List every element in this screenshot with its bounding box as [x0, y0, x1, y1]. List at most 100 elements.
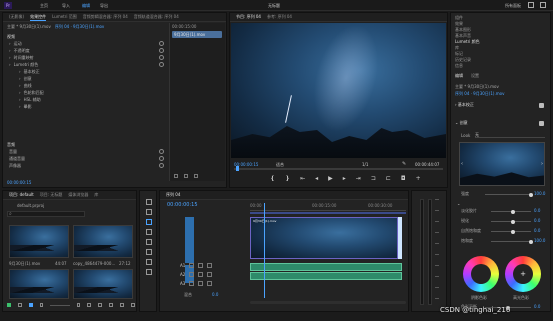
- adjust-knob[interactable]: [511, 209, 515, 214]
- adjust-value[interactable]: 0.0: [534, 208, 540, 213]
- zoom-slider[interactable]: [50, 305, 70, 306]
- playhead-icon[interactable]: [184, 174, 188, 178]
- razor-tool-icon[interactable]: [146, 229, 152, 235]
- chevron-right-icon[interactable]: ›: [9, 62, 11, 67]
- chevron-right-icon[interactable]: ›: [19, 90, 21, 95]
- lumetri-sequence-label[interactable]: 序列 04 · 9月30日(1).mov: [455, 91, 504, 97]
- adjust-slider[interactable]: [491, 229, 531, 234]
- effect-row[interactable]: › 创意: [3, 75, 168, 82]
- effect-row[interactable]: › 色轮和匹配: [3, 89, 168, 96]
- tab-effect-controls[interactable]: 效果控件: [30, 14, 47, 21]
- master-label[interactable]: 主要 * 9月30日(1).mov: [7, 24, 51, 30]
- adjust-knob[interactable]: [511, 229, 515, 234]
- mic-icon[interactable]: [207, 271, 213, 277]
- creative-header[interactable]: ⌄ 创意: [455, 120, 548, 127]
- tab-lumetri-edit[interactable]: 编辑: [455, 73, 463, 79]
- selection-tool-icon[interactable]: [146, 199, 152, 205]
- hand-tool-icon[interactable]: [146, 259, 152, 265]
- export-frame-icon[interactable]: [194, 174, 198, 178]
- mark-out-icon[interactable]: ❵: [285, 176, 290, 182]
- share-icon[interactable]: [528, 2, 534, 8]
- project-thumb-3[interactable]: [9, 269, 69, 299]
- lift-icon[interactable]: ⊐: [371, 176, 376, 182]
- look-prev-icon[interactable]: ‹: [461, 161, 463, 167]
- chevron-right-icon[interactable]: ›: [19, 97, 21, 102]
- pencil-icon[interactable]: [7, 303, 11, 307]
- effect-row[interactable]: › Lumetri 颜色: [3, 61, 168, 68]
- effect-row[interactable]: › 运动: [3, 40, 168, 47]
- track-select-tool-icon[interactable]: [146, 209, 152, 215]
- play-icon[interactable]: ▶: [328, 176, 333, 182]
- effect-timeline[interactable]: 00:00:15:00 9月30日(1).mov: [169, 23, 225, 181]
- effect-row[interactable]: › 曲线: [3, 82, 168, 89]
- extract-icon[interactable]: ⊏: [386, 176, 391, 182]
- look-next-icon[interactable]: ›: [541, 161, 543, 167]
- audio-clip-a1[interactable]: [250, 263, 402, 271]
- effect-row[interactable]: › HSL 辅助: [3, 96, 168, 103]
- tab-project-untitled[interactable]: 项目: 无标题: [40, 192, 63, 198]
- solo-icon[interactable]: [198, 262, 204, 268]
- step-back-icon[interactable]: ◂: [315, 176, 318, 182]
- program-playhead[interactable]: [236, 166, 239, 171]
- tab-audio-clip-mixer[interactable]: 音频剪辑混合器: 序列 04: [83, 14, 128, 20]
- go-to-in-icon[interactable]: ⇤: [300, 176, 305, 182]
- adjust-knob[interactable]: [511, 219, 515, 224]
- chevron-right-icon[interactable]: ›: [9, 48, 11, 53]
- video-clip[interactable]: 9月30日(1).mov: [250, 217, 398, 259]
- sequence-label[interactable]: 序列 04 · 9月30日(1).mov: [55, 24, 104, 30]
- effect-row[interactable]: › 不透明度: [3, 47, 168, 54]
- filter-icon[interactable]: [174, 174, 178, 178]
- adjust-value[interactable]: 100.0: [534, 238, 545, 243]
- effect-row[interactable]: › 晕影: [3, 103, 168, 110]
- source-patch-v1[interactable]: [185, 217, 194, 263]
- chevron-right-icon[interactable]: ›: [19, 76, 21, 81]
- new-bin-icon[interactable]: [109, 303, 114, 307]
- pen-tool-icon[interactable]: [146, 249, 152, 255]
- chevron-right-icon[interactable]: ›: [9, 41, 11, 46]
- audio-effect-row[interactable]: 通道音量: [3, 155, 168, 162]
- reset-audio-effect-icon[interactable]: [159, 149, 164, 154]
- mute-icon[interactable]: [189, 280, 195, 286]
- sort-icon[interactable]: [76, 303, 81, 307]
- highlight-tint-wheel[interactable]: +: [505, 256, 541, 292]
- audio-effect-row[interactable]: 声像器: [3, 162, 168, 169]
- basic-correction-header[interactable]: › 基本校正: [455, 102, 548, 109]
- chevron-right-icon[interactable]: ›: [19, 104, 21, 109]
- project-search-input[interactable]: ⌕: [7, 211, 85, 217]
- project-thumb-1[interactable]: [9, 225, 69, 258]
- automate-icon[interactable]: [87, 303, 92, 307]
- reset-effect-icon[interactable]: [159, 55, 164, 60]
- menu-edit[interactable]: 编辑: [82, 3, 90, 9]
- mute-icon[interactable]: [189, 262, 195, 268]
- chevron-right-icon[interactable]: ›: [19, 83, 21, 88]
- adjust-knob[interactable]: [529, 239, 533, 244]
- tab-libraries[interactable]: 库: [94, 192, 98, 198]
- basic-correction-checkbox[interactable]: [539, 103, 544, 108]
- tab-audio-track-mixer[interactable]: 音频轨道混合器: 序列 04: [134, 14, 179, 20]
- adjust-value[interactable]: 0.0: [534, 218, 540, 223]
- right-panel-item[interactable]: 信息: [455, 63, 463, 69]
- audio-track-header[interactable]: A1: [180, 261, 246, 269]
- step-forward-icon[interactable]: ▸: [343, 176, 346, 182]
- tab-program[interactable]: 节目: 序列 04: [236, 14, 261, 20]
- lumetri-master-label[interactable]: 主要 * 9月30日(1).mov: [455, 84, 499, 90]
- go-to-out-icon[interactable]: ⇥: [356, 176, 361, 182]
- mic-icon[interactable]: [207, 262, 213, 268]
- reset-audio-effect-icon[interactable]: [159, 156, 164, 161]
- reset-effect-icon[interactable]: [159, 62, 164, 67]
- tab-lumetri-scopes[interactable]: Lumetri 范围: [52, 14, 77, 20]
- scale-dropdown[interactable]: 1/1: [362, 162, 368, 167]
- tab-media-browser[interactable]: 媒体浏览器: [68, 192, 88, 198]
- reset-effect-icon[interactable]: [159, 48, 164, 53]
- shadow-tint-wheel[interactable]: [463, 256, 499, 292]
- chevron-right-icon[interactable]: ›: [19, 69, 21, 74]
- solo-icon[interactable]: [198, 271, 204, 277]
- adjust-slider[interactable]: [491, 219, 531, 224]
- playhead-line[interactable]: [264, 203, 265, 298]
- mix-value[interactable]: 0.0: [212, 292, 218, 297]
- mute-icon[interactable]: [189, 271, 195, 277]
- menu-import[interactable]: 导入: [62, 3, 70, 9]
- reset-effect-icon[interactable]: [159, 41, 164, 46]
- program-scrub-bar[interactable]: [234, 166, 443, 171]
- tab-no-clip[interactable]: (无影像): [9, 14, 24, 20]
